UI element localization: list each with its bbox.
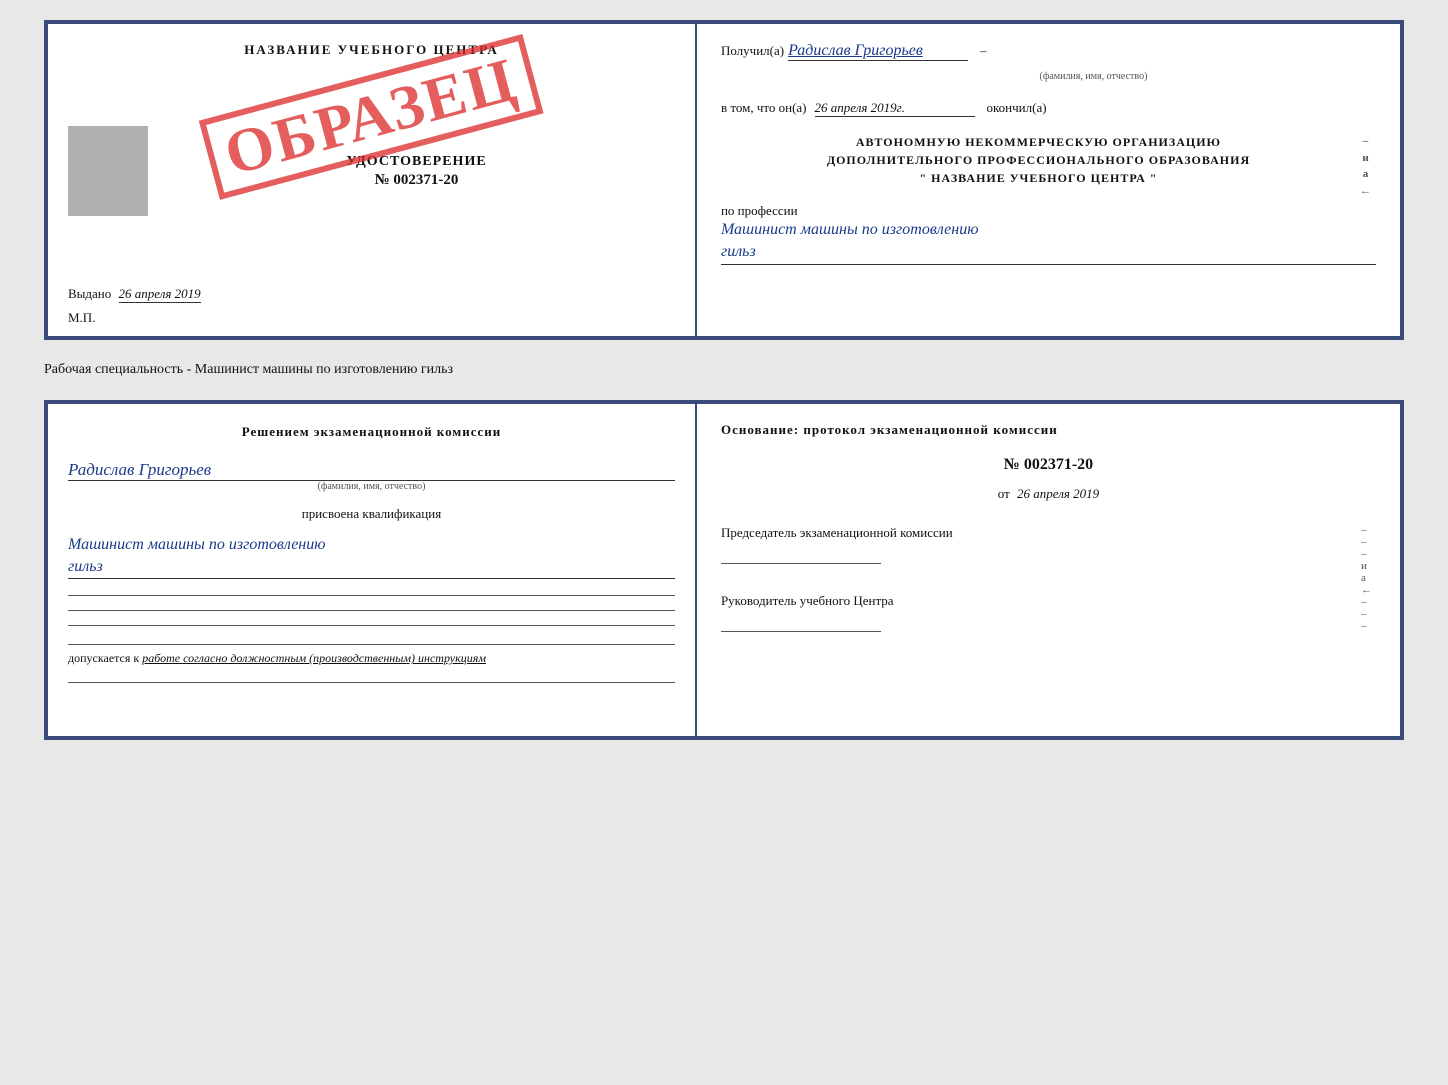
dopuskaetsya-block: допускается к работе согласно должностны… <box>68 644 675 666</box>
rukovoditel-sig-line <box>721 614 881 632</box>
udost-number: № 002371-20 <box>346 172 486 189</box>
org-line3: " НАЗВАНИЕ УЧЕБНОГО ЦЕНТРА " <box>721 169 1356 187</box>
org-line2: ДОПОЛНИТЕЛЬНОГО ПРОФЕССИОНАЛЬНОГО ОБРАЗО… <box>721 151 1356 169</box>
stamp-area: УДОСТОВЕРЕНИЕ № 002371-20 ОБРАЗЕЦ <box>68 66 675 276</box>
rukovoditel-title: Руководитель учебного Центра <box>721 592 1376 610</box>
profession-value: Машинист машины по изготовлению гильз <box>721 219 1376 265</box>
vtom-row: в том, что он(а) 26 апреля 2019г. окончи… <box>721 100 1376 117</box>
dash-col-right: – и а ← <box>1360 133 1372 187</box>
person-name: Радислав Григорьев <box>68 460 675 481</box>
vydano-label: Выдано <box>68 286 111 301</box>
predsedatel-title: Председатель экзаменационной комиссии <box>721 524 1352 542</box>
dash-1: – <box>980 43 987 59</box>
fam-sub: (фамилия, имя, отчество) <box>811 71 1376 82</box>
dopuskaetsya-label: допускается к <box>68 651 139 665</box>
protocol-number: № 002371-20 <box>721 456 1376 474</box>
mp-label: М.П. <box>68 310 95 326</box>
predsedatel-sig-line <box>721 546 881 564</box>
dash-col-right-b: – – – и а ← – – – <box>1361 524 1372 564</box>
commission-title: Решением экзаменационной комиссии <box>68 422 675 442</box>
top-document: НАЗВАНИЕ УЧЕБНОГО ЦЕНТРА УДОСТОВЕРЕНИЕ №… <box>44 20 1404 340</box>
vtom-label: в том, что он(а) <box>721 100 807 116</box>
vydano-date: 26 апреля 2019 <box>119 286 201 303</box>
poluchil-label: Получил(а) <box>721 43 784 59</box>
h-line-2 <box>68 610 675 611</box>
name-sub: (фамилия, имя, отчество) <box>68 481 675 492</box>
work-text: работе согласно должностным (производств… <box>142 651 486 665</box>
separator-label: Рабочая специальность - Машинист машины … <box>44 358 453 382</box>
po-prof-label: по профессии <box>721 203 1376 219</box>
osnovanie-title: Основание: протокол экзаменационной коми… <box>721 422 1376 438</box>
person-name-block: Радислав Григорьев (фамилия, имя, отчест… <box>68 456 675 492</box>
vtom-date: 26 апреля 2019г. <box>815 100 975 117</box>
date-line: от 26 апреля 2019 <box>721 486 1376 502</box>
ot-label: от <box>998 486 1010 501</box>
document-container: НАЗВАНИЕ УЧЕБНОГО ЦЕНТРА УДОСТОВЕРЕНИЕ №… <box>44 20 1404 740</box>
bottom-lines <box>68 595 675 626</box>
bottom-document: Решением экзаменационной комиссии Радисл… <box>44 400 1404 740</box>
rukovoditel-block: Руководитель учебного Центра <box>721 592 1376 632</box>
top-doc-right: Получил(а) Радислав Григорьев – (фамилия… <box>697 24 1400 336</box>
h-line-bottom <box>68 682 675 683</box>
top-doc-left: НАЗВАНИЕ УЧЕБНОГО ЦЕНТРА УДОСТОВЕРЕНИЕ №… <box>48 24 697 336</box>
poluchil-row: Получил(а) Радислав Григорьев – <box>721 42 1376 61</box>
org-block: АВТОНОМНУЮ НЕКОММЕРЧЕСКУЮ ОРГАНИЗАЦИЮ ДО… <box>721 133 1376 187</box>
profession-block: по профессии Машинист машины по изготовл… <box>721 203 1376 265</box>
qualification-value: Машинист машины по изготовлению гильз <box>68 534 675 580</box>
bottom-doc-right: Основание: протокол экзаменационной коми… <box>697 404 1400 736</box>
h-line-1 <box>68 595 675 596</box>
predsedatel-block: Председатель экзаменационной комиссии – … <box>721 524 1376 564</box>
vydano-line: Выдано 26 апреля 2019 <box>68 286 675 302</box>
photo-placeholder <box>68 126 148 216</box>
assigned-label: присвоена квалификация <box>68 506 675 522</box>
bottom-doc-left: Решением экзаменационной комиссии Радисл… <box>48 404 697 736</box>
h-line-3 <box>68 625 675 626</box>
poluchil-value: Радислав Григорьев <box>788 42 968 61</box>
org-line1: АВТОНОМНУЮ НЕКОММЕРЧЕСКУЮ ОРГАНИЗАЦИЮ <box>721 133 1356 151</box>
okonchil-label: окончил(а) <box>987 100 1047 116</box>
date-value: 26 апреля 2019 <box>1017 486 1099 501</box>
left-bottom: Выдано 26 апреля 2019 <box>68 286 675 302</box>
